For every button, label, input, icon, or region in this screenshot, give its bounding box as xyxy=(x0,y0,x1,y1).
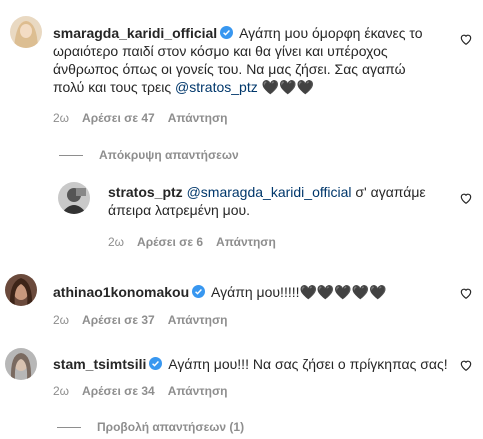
comment-meta: 2ω Αρέσει σε 47 Απάντηση xyxy=(53,111,241,125)
heart-outline-icon[interactable] xyxy=(459,286,473,300)
comment-meta: 2ω Αρέσει σε 34 Απάντηση xyxy=(53,384,241,398)
username-link[interactable]: athinao1konomakou xyxy=(53,284,189,300)
avatar[interactable] xyxy=(5,348,37,380)
avatar[interactable] xyxy=(5,274,37,306)
verified-badge-icon xyxy=(220,26,234,39)
username-link[interactable]: stam_tsimtsili xyxy=(53,356,146,372)
comment-age[interactable]: 2ω xyxy=(53,313,69,327)
reply-button[interactable]: Απάντηση xyxy=(168,384,228,398)
comment-text: stratos_ptz @smaragda_karidi_official σ'… xyxy=(108,184,426,218)
divider xyxy=(59,155,83,157)
comment-text: smaragda_karidi_official Αγάπη μου όμορφ… xyxy=(53,25,423,95)
comment-text: athinao1konomakou Αγάπη μου!!!!!🖤🖤🖤🖤🖤 xyxy=(53,284,387,300)
likes-count[interactable]: Αρέσει σε 37 xyxy=(82,313,155,327)
view-replies-button[interactable]: Προβολή απαντήσεων (1) xyxy=(57,420,244,434)
heart-outline-icon[interactable] xyxy=(459,191,473,205)
heart-outline-icon[interactable] xyxy=(459,32,473,46)
reply-button[interactable]: Απάντηση xyxy=(168,313,228,327)
username-link[interactable]: stratos_ptz xyxy=(108,184,183,200)
mention-link[interactable]: @stratos_ptz xyxy=(175,79,258,95)
comment-meta: 2ω Αρέσει σε 37 Απάντηση xyxy=(53,313,241,327)
hide-replies-button[interactable]: Απόκρυψη απαντήσεων xyxy=(59,148,239,162)
verified-badge-icon xyxy=(149,357,163,370)
verified-badge-icon xyxy=(192,285,206,298)
avatar[interactable] xyxy=(58,182,90,214)
comment-text: stam_tsimtsili Αγάπη μου!!! Να σας ζήσει… xyxy=(53,356,448,372)
comment-meta: 2ω Αρέσει σε 6 Απάντηση xyxy=(108,235,289,249)
likes-count[interactable]: Αρέσει σε 47 xyxy=(82,111,155,125)
likes-count[interactable]: Αρέσει σε 34 xyxy=(82,384,155,398)
divider xyxy=(57,427,81,429)
comment-age[interactable]: 2ω xyxy=(53,384,69,398)
reply-button[interactable]: Απάντηση xyxy=(216,235,276,249)
comment-age[interactable]: 2ω xyxy=(108,235,124,249)
mention-link[interactable]: @smaragda_karidi_official xyxy=(187,184,352,200)
reply-button[interactable]: Απάντηση xyxy=(168,111,228,125)
heart-outline-icon[interactable] xyxy=(459,358,473,372)
comment-age[interactable]: 2ω xyxy=(53,111,69,125)
avatar[interactable] xyxy=(10,16,42,48)
likes-count[interactable]: Αρέσει σε 6 xyxy=(137,235,203,249)
username-link[interactable]: smaragda_karidi_official xyxy=(53,25,217,41)
